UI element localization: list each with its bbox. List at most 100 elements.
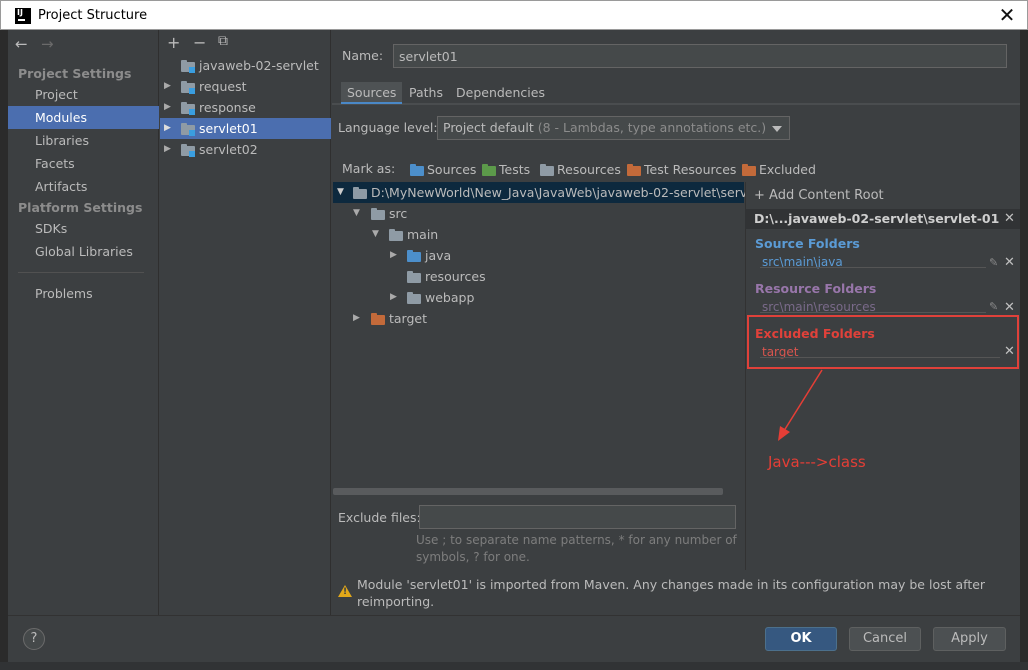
mark-as-resources[interactable]: Resources — [540, 161, 621, 179]
tab-paths[interactable]: Paths — [403, 82, 449, 104]
module-row-servlet02[interactable]: ▶ servlet02 — [160, 139, 331, 160]
excluded-folder-icon — [371, 313, 385, 325]
nav-item-artifacts[interactable]: Artifacts — [8, 175, 159, 198]
mark-as-tests[interactable]: Tests — [482, 161, 530, 179]
tree-node-label: resources — [425, 269, 486, 284]
language-level-select[interactable]: Project default (8 - Lambdas, type annot… — [437, 116, 790, 140]
folder-icon — [389, 229, 403, 241]
nav-item-libraries[interactable]: Libraries — [8, 129, 159, 152]
annotation-arrow-icon — [778, 369, 823, 441]
nav-item-sdks[interactable]: SDKs — [8, 217, 159, 240]
cancel-button[interactable]: Cancel — [849, 627, 921, 651]
tree-node-label: src — [389, 206, 408, 221]
expand-arrow-icon[interactable]: ▶ — [164, 118, 171, 139]
content-root-header-label: D:\...javaweb-02-servlet\servlet-01 — [754, 211, 1000, 226]
nav-item-project[interactable]: Project — [8, 83, 159, 106]
module-badge-icon — [189, 109, 195, 115]
nav-item-global-libraries[interactable]: Global Libraries — [8, 240, 159, 263]
tree-row-java[interactable]: ▶ java — [333, 245, 744, 266]
mark-as-sources[interactable]: Sources — [410, 161, 476, 179]
add-content-root-label: Add Content Root — [769, 188, 884, 203]
nav-section-project-settings: Project Settings — [18, 66, 132, 81]
expand-arrow-icon[interactable]: ▶ — [164, 76, 171, 97]
mark-as-test-resources-label: Test Resources — [644, 162, 737, 177]
module-name: response — [199, 100, 256, 115]
resource-path-underline — [760, 312, 986, 313]
mark-as-excluded[interactable]: Excluded — [742, 161, 816, 179]
resource-folder-icon — [407, 271, 421, 283]
tree-row-main[interactable]: ▼ main — [333, 224, 744, 245]
tree-row-webapp[interactable]: ▶ webapp — [333, 287, 744, 308]
module-badge-icon — [189, 130, 195, 136]
nav-section-platform-settings: Platform Settings — [18, 200, 143, 215]
nav-divider — [18, 272, 144, 273]
test-resources-folder-icon — [627, 164, 641, 176]
remove-resource-folder-icon[interactable]: ✕ — [1004, 300, 1015, 315]
tree-row-target[interactable]: ▶ target — [333, 308, 744, 329]
language-level-hint: (8 - Lambdas, type annotations etc.) — [533, 120, 767, 135]
remove-source-folder-icon[interactable]: ✕ — [1004, 255, 1015, 270]
tree-row-content-root[interactable]: ▼ D:\MyNewWorld\New_Java\JavaWeb\javaweb… — [333, 182, 763, 203]
module-row-javaweb-02-servlet[interactable]: javaweb-02-servlet — [160, 55, 331, 76]
name-label: Name: — [342, 48, 384, 63]
apply-button[interactable]: Apply — [933, 627, 1006, 651]
tree-node-label: main — [407, 227, 439, 242]
tree-horizontal-scrollbar[interactable] — [333, 488, 723, 495]
tree-node-label: java — [425, 248, 452, 263]
module-name: servlet01 — [199, 121, 258, 136]
module-name-input[interactable] — [393, 44, 1007, 68]
annotation-text: Java--->class — [768, 453, 866, 471]
sources-folder-icon — [410, 164, 424, 176]
mark-as-sources-label: Sources — [427, 162, 477, 177]
remove-content-root-icon[interactable]: ✕ — [1004, 211, 1015, 226]
back-arrow-icon[interactable]: ← — [15, 35, 28, 53]
module-name: request — [199, 79, 247, 94]
mark-as-resources-label: Resources — [557, 162, 621, 177]
backdrop-left — [0, 0, 8, 670]
maven-warning-line1: Module 'servlet01' is imported from Mave… — [357, 577, 986, 592]
tree-row-resources[interactable]: resources — [333, 266, 744, 287]
maven-warning-line2: reimporting. — [357, 594, 435, 609]
module-badge-icon — [189, 151, 195, 157]
module-row-servlet01[interactable]: ▶ servlet01 — [160, 118, 331, 139]
remove-module-icon[interactable]: − — [193, 33, 206, 52]
source-path-underline — [760, 267, 986, 268]
resource-folders-title: Resource Folders — [755, 281, 877, 296]
mark-as-excluded-label: Excluded — [759, 162, 816, 177]
mark-as-label: Mark as: — [342, 161, 396, 176]
ok-button[interactable]: OK — [765, 627, 837, 651]
backdrop-right — [1020, 0, 1028, 670]
content-root-header: D:\...javaweb-02-servlet\servlet-01 — [745, 209, 1020, 229]
resources-folder-icon — [540, 164, 554, 176]
forward-arrow-icon[interactable]: → — [41, 35, 54, 53]
edit-resource-folder-icon[interactable]: ✎ — [989, 300, 998, 313]
tree-node-label: target — [389, 311, 428, 326]
tab-dependencies[interactable]: Dependencies — [450, 82, 551, 104]
source-folders-title: Source Folders — [755, 236, 860, 251]
expand-arrow-icon[interactable]: ▶ — [164, 139, 171, 160]
add-module-icon[interactable]: + — [167, 33, 180, 52]
nav-item-problems[interactable]: Problems — [8, 282, 159, 305]
source-folder-icon — [407, 250, 421, 262]
mark-as-test-resources[interactable]: Test Resources — [627, 161, 736, 179]
exclude-hint-line2: symbols, ? for one. — [416, 550, 530, 564]
tree-row-src[interactable]: ▼ src — [333, 203, 744, 224]
maven-warning: Module 'servlet01' is imported from Mave… — [357, 576, 997, 610]
edit-source-folder-icon[interactable]: ✎ — [989, 256, 998, 269]
close-window-button[interactable]: ✕ — [997, 4, 1017, 26]
module-row-response[interactable]: ▶ response — [160, 97, 331, 118]
module-badge-icon — [189, 88, 195, 94]
exclude-files-input[interactable] — [419, 505, 736, 529]
tab-sources[interactable]: Sources — [341, 82, 403, 104]
expand-arrow-icon[interactable]: ▶ — [164, 97, 171, 118]
nav-item-facets[interactable]: Facets — [8, 152, 159, 175]
nav-item-modules[interactable]: Modules — [8, 106, 159, 129]
copy-module-icon[interactable]: ⧉ — [218, 33, 228, 49]
help-button[interactable]: ? — [23, 628, 45, 650]
module-row-request[interactable]: ▶ request — [160, 76, 331, 97]
excluded-folder-icon — [742, 164, 756, 176]
exclude-hint-line1: Use ; to separate name patterns, * for a… — [416, 533, 737, 547]
add-content-root-button[interactable]: + Add Content Root — [754, 188, 884, 203]
tests-folder-icon — [482, 164, 496, 176]
content-root-path: D:\MyNewWorld\New_Java\JavaWeb\javaweb-0… — [371, 185, 764, 200]
